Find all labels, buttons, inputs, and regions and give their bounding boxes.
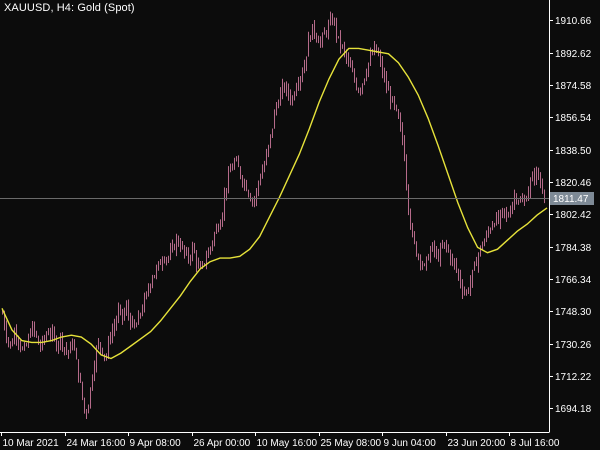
time-axis: 10 Mar 2021 24 Mar 16:00 9 Apr 08:00 26 Apr… (1, 432, 560, 449)
time-tick-label: 9 Jun 04:00 (384, 438, 437, 449)
time-tick-label: 8 Jul 16:00 (511, 438, 560, 449)
price-tick-label: 1730.26 (555, 340, 592, 351)
price-tick-label: 1694.18 (555, 404, 592, 415)
price-tick-label: 1820.46 (555, 178, 592, 189)
price-tick-label: 1766.34 (555, 275, 592, 286)
price-tick-label: 1748.30 (555, 307, 592, 318)
price-tick-label: 1892.62 (555, 49, 592, 60)
instrument-title: XAUUSD, H4: Gold (Spot) (4, 2, 135, 14)
moving-average-line (1, 47, 548, 360)
current-price-tag: 1811.47 (550, 192, 594, 205)
price-axis: 1910.66 1892.62 1874.58 1856.54 1838.50 1820.… (549, 16, 592, 415)
time-tick-label: 24 Mar 16:00 (67, 438, 126, 449)
current-price-label: 1811.47 (553, 194, 589, 205)
time-tick-label: 10 Mar 2021 (3, 438, 60, 449)
price-tick-label: 1802.42 (555, 210, 592, 221)
price-chart[interactable]: 1910.66 1892.62 1874.58 1856.54 1838.50 1820.… (0, 0, 600, 450)
time-tick-label: 26 Apr 00:00 (194, 438, 251, 449)
time-tick-label: 10 May 16:00 (257, 438, 318, 449)
price-tick-label: 1856.54 (555, 113, 592, 124)
chart-window[interactable]: 1910.66 1892.62 1874.58 1856.54 1838.50 1820.… (0, 0, 600, 450)
time-tick-label: 9 Apr 08:00 (130, 438, 182, 449)
price-tick-label: 1712.22 (555, 372, 592, 383)
time-tick-label: 25 May 08:00 (321, 438, 382, 449)
price-tick-label: 1910.66 (555, 16, 592, 27)
price-tick-label: 1784.38 (555, 243, 592, 254)
time-tick-label: 23 Jun 20:00 (448, 438, 506, 449)
price-tick-label: 1874.58 (555, 81, 592, 92)
price-tick-label: 1838.50 (555, 146, 592, 157)
